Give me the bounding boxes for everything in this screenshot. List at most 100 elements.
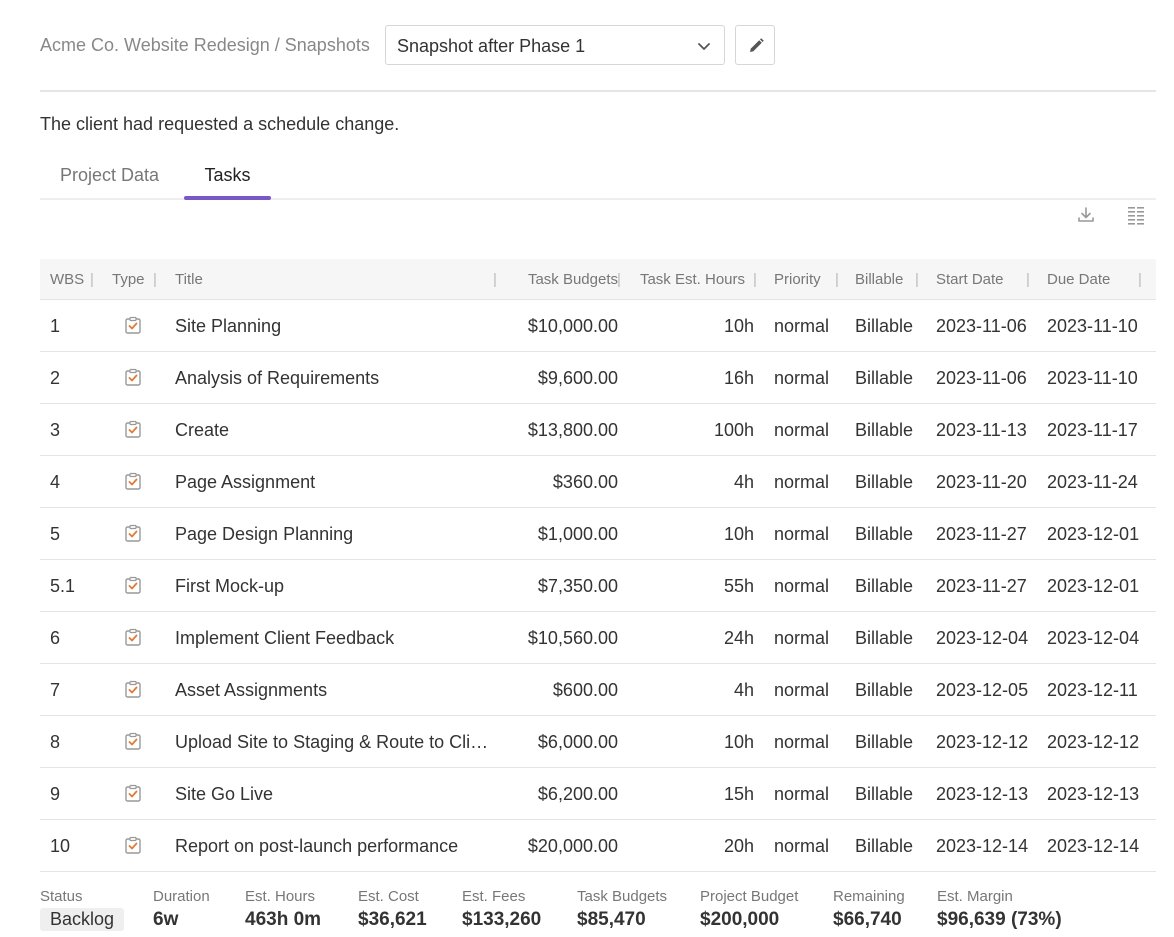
snapshot-select-value: Snapshot after Phase 1 [397, 36, 586, 56]
cell-est-hours: 20h [723, 836, 754, 856]
cell-title[interactable]: Analysis of Requirements [175, 368, 495, 389]
column-resize-handle[interactable]: | [1138, 271, 1142, 288]
column-header-task-est-hours[interactable]: Task Est. Hours [630, 271, 745, 288]
status-badge: Backlog [40, 908, 125, 931]
column-header-billable[interactable]: Billable [855, 271, 903, 288]
cell-wbs: 5.1 [50, 576, 76, 596]
column-header-due-date[interactable]: Due Date [1047, 271, 1110, 288]
cell-due-date: 2023-12-13 [1047, 784, 1140, 804]
tab-tasks[interactable]: Tasks [184, 165, 271, 200]
cell-title[interactable]: Page Assignment [175, 472, 495, 493]
column-resize-handle[interactable]: | [835, 271, 839, 288]
task-icon [125, 368, 141, 386]
cell-billable: Billable [855, 784, 914, 804]
column-resize-handle[interactable]: | [1026, 271, 1030, 288]
table-row[interactable]: 9 Site Go Live $6,200.00 15h normal Billable 2… [40, 768, 1156, 820]
cell-title[interactable]: Create [175, 420, 495, 441]
cell-title[interactable]: First Mock-up [175, 576, 495, 597]
cell-due-date: 2023-12-12 [1047, 732, 1140, 752]
column-header-wbs[interactable]: WBS [50, 271, 84, 288]
cell-billable: Billable [855, 524, 914, 544]
cell-billable: Billable [855, 628, 914, 648]
table-row[interactable]: 10 Report on post-launch performance $20,0… [40, 820, 1156, 872]
table-body: 1 Site Planning $10,000.00 10h normal Billabl… [40, 300, 1156, 872]
column-resize-handle[interactable]: | [90, 271, 94, 288]
cell-priority: normal [774, 836, 830, 856]
summary-label: Duration [153, 888, 210, 905]
table-row[interactable]: 2 Analysis of Requirements $9,600.00 16h nor… [40, 352, 1156, 404]
edit-snapshot-button[interactable] [735, 25, 775, 65]
column-header-start-date[interactable]: Start Date [936, 271, 1004, 288]
cell-wbs: 10 [50, 836, 71, 856]
pencil-icon [750, 38, 764, 52]
cell-task-budget: $1,000.00 [537, 524, 618, 544]
cell-billable: Billable [855, 316, 914, 336]
task-icon [125, 576, 141, 594]
download-icon[interactable] [1076, 205, 1096, 225]
column-resize-handle[interactable]: | [753, 271, 757, 288]
cell-title[interactable]: Site Planning [175, 316, 495, 337]
cell-due-date: 2023-12-01 [1047, 576, 1140, 596]
summary-est-margin: Est. Margin $96,639 (73%) [937, 888, 1062, 931]
task-icon [125, 524, 141, 542]
summary-value: $85,470 [577, 909, 646, 930]
chevron-down-icon [698, 43, 710, 50]
cell-title[interactable]: Asset Assignments [175, 680, 495, 701]
cell-start-date: 2023-11-06 [936, 368, 1027, 388]
cell-task-budget: $6,200.00 [537, 784, 618, 804]
active-tab-indicator [184, 196, 271, 200]
cell-billable: Billable [855, 368, 914, 388]
cell-title[interactable]: Page Design Planning [175, 524, 495, 545]
task-icon [125, 836, 141, 854]
cell-wbs: 9 [50, 784, 61, 804]
cell-est-hours: 4h [733, 680, 754, 700]
summary-task-budgets: Task Budgets $85,470 [577, 888, 667, 931]
cell-wbs: 8 [50, 732, 61, 752]
cell-title[interactable]: Report on post-launch performance [175, 836, 495, 857]
table-row[interactable]: 8 Upload Site to Staging & Route to Clie.… [40, 716, 1156, 768]
cell-billable: Billable [855, 420, 914, 440]
table-row[interactable]: 5 Page Design Planning $1,000.00 10h normal B… [40, 508, 1156, 560]
cell-task-budget: $7,350.00 [537, 576, 618, 596]
column-header-priority[interactable]: Priority [774, 271, 821, 288]
table-header: WBS | Type | Title | Task Budgets | Task… [40, 259, 1156, 300]
breadcrumb[interactable]: Acme Co. Website Redesign / Snapshots [40, 35, 370, 56]
tab-project-data[interactable]: Project Data [60, 165, 159, 200]
cell-task-budget: $9,600.00 [537, 368, 618, 388]
column-resize-handle[interactable]: | [153, 271, 157, 288]
summary-label: Remaining [833, 888, 905, 905]
summary-value: $96,639 (73%) [937, 909, 1062, 930]
cell-task-budget: $600.00 [552, 680, 618, 700]
cell-due-date: 2023-12-01 [1047, 524, 1140, 544]
table-row[interactable]: 7 Asset Assignments $600.00 4h normal Billabl… [40, 664, 1156, 716]
table-row[interactable]: 1 Site Planning $10,000.00 10h normal Billabl… [40, 300, 1156, 352]
cell-due-date: 2023-11-17 [1047, 420, 1138, 440]
table-row[interactable]: 4 Page Assignment $360.00 4h normal Billable 2… [40, 456, 1156, 508]
column-header-title[interactable]: Title [175, 271, 203, 288]
cell-title[interactable]: Implement Client Feedback [175, 628, 495, 649]
tasks-table: WBS | Type | Title | Task Budgets | Task… [40, 259, 1156, 872]
cell-start-date: 2023-11-27 [936, 576, 1027, 596]
columns-icon[interactable] [1126, 205, 1146, 225]
snapshot-select[interactable]: Snapshot after Phase 1 [385, 25, 725, 65]
summary-est-fees: Est. Fees $133,260 [462, 888, 541, 931]
cell-start-date: 2023-12-13 [936, 784, 1029, 804]
column-resize-handle[interactable]: | [617, 271, 621, 288]
cell-priority: normal [774, 524, 830, 544]
cell-priority: normal [774, 732, 830, 752]
summary-value: 6w [153, 909, 179, 930]
cell-title[interactable]: Site Go Live [175, 784, 495, 805]
table-row[interactable]: 6 Implement Client Feedback $10,560.00 24h n… [40, 612, 1156, 664]
summary-label: Est. Hours [245, 888, 316, 905]
column-header-type[interactable]: Type [112, 271, 145, 288]
cell-title[interactable]: Upload Site to Staging & Route to Clie..… [175, 732, 495, 753]
table-row[interactable]: 3 Create $13,800.00 100h normal Billable 2023-… [40, 404, 1156, 456]
cell-billable: Billable [855, 836, 914, 856]
cell-start-date: 2023-11-06 [936, 316, 1027, 336]
cell-task-budget: $10,000.00 [527, 316, 618, 336]
cell-est-hours: 4h [733, 472, 754, 492]
column-header-task-budgets[interactable]: Task Budgets [495, 271, 618, 288]
summary-value: $200,000 [700, 909, 780, 930]
table-row[interactable]: 5.1 First Mock-up $7,350.00 55h normal Billab… [40, 560, 1156, 612]
column-resize-handle[interactable]: | [915, 271, 919, 288]
